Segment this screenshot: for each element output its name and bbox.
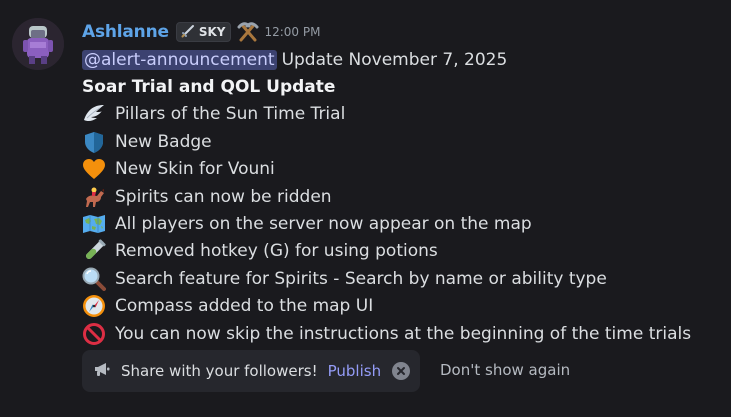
- list-item-text: New Skin for Vouni: [115, 159, 275, 180]
- horse-racing-icon: [82, 185, 106, 209]
- prohibited-icon: [82, 322, 106, 346]
- list-item: Removed hotkey (G) for using potions: [82, 238, 722, 265]
- list-item: New Badge: [82, 128, 722, 155]
- wing-icon: [82, 102, 106, 126]
- list-item: Spirits can now be ridden: [82, 183, 722, 210]
- magnifying-glass-icon: [82, 267, 106, 291]
- list-item-text: Compass added to the map UI: [115, 296, 374, 317]
- sword-icon: [181, 23, 195, 42]
- username[interactable]: Ashlanne: [82, 22, 169, 42]
- timestamp: 12:00 PM: [264, 25, 321, 39]
- role-mention[interactable]: @alert-announcement: [82, 49, 277, 70]
- list-item: You can now skip the instructions at the…: [82, 320, 722, 347]
- update-title: Soar Trial and QOL Update: [82, 77, 336, 98]
- list-item-text: New Badge: [115, 131, 212, 152]
- message-header: Ashlanne SKY 12:00 PM: [82, 20, 320, 44]
- list-item: All players on the server now appear on …: [82, 210, 722, 237]
- list-item-text: Search feature for Spirits - Search by n…: [115, 268, 607, 289]
- list-item: Compass added to the map UI: [82, 293, 722, 320]
- orange-heart-icon: [82, 157, 106, 181]
- avatar[interactable]: [12, 18, 64, 70]
- chat-message: Ashlanne SKY 12:00 PM @alert-announcemen…: [0, 0, 731, 417]
- list-item: Search feature for Spirits - Search by n…: [82, 265, 722, 292]
- list-item: New Skin for Vouni: [82, 156, 722, 183]
- publish-button[interactable]: Publish: [328, 362, 381, 380]
- dont-show-again-button[interactable]: Don't show again: [440, 361, 570, 379]
- intro-line: @alert-announcement Update November 7, 2…: [82, 46, 722, 73]
- list-item: Pillars of the Sun Time Trial: [82, 101, 722, 128]
- share-prompt-text: Share with your followers!: [121, 362, 318, 380]
- compass-icon: [82, 294, 106, 318]
- server-tag-label: SKY: [198, 25, 226, 39]
- blue-shield-icon: [82, 130, 106, 154]
- list-item-text: Spirits can now be ridden: [115, 186, 332, 207]
- list-item-text: All players on the server now appear on …: [115, 214, 532, 235]
- intro-text: Update November 7, 2025: [281, 49, 508, 70]
- world-map-icon: [82, 212, 106, 236]
- share-prompt: Share with your followers! Publish: [82, 350, 420, 392]
- list-item-text: Removed hotkey (G) for using potions: [115, 241, 438, 262]
- test-tube-icon: [82, 239, 106, 263]
- list-item-text: Pillars of the Sun Time Trial: [115, 104, 346, 125]
- close-icon[interactable]: [392, 362, 411, 380]
- message-content: @alert-announcement Update November 7, 2…: [82, 46, 722, 347]
- server-tag[interactable]: SKY: [175, 22, 232, 42]
- pickaxe-icon[interactable]: [236, 20, 260, 44]
- megaphone-icon: [93, 360, 111, 382]
- list-item-text: You can now skip the instructions at the…: [115, 323, 692, 344]
